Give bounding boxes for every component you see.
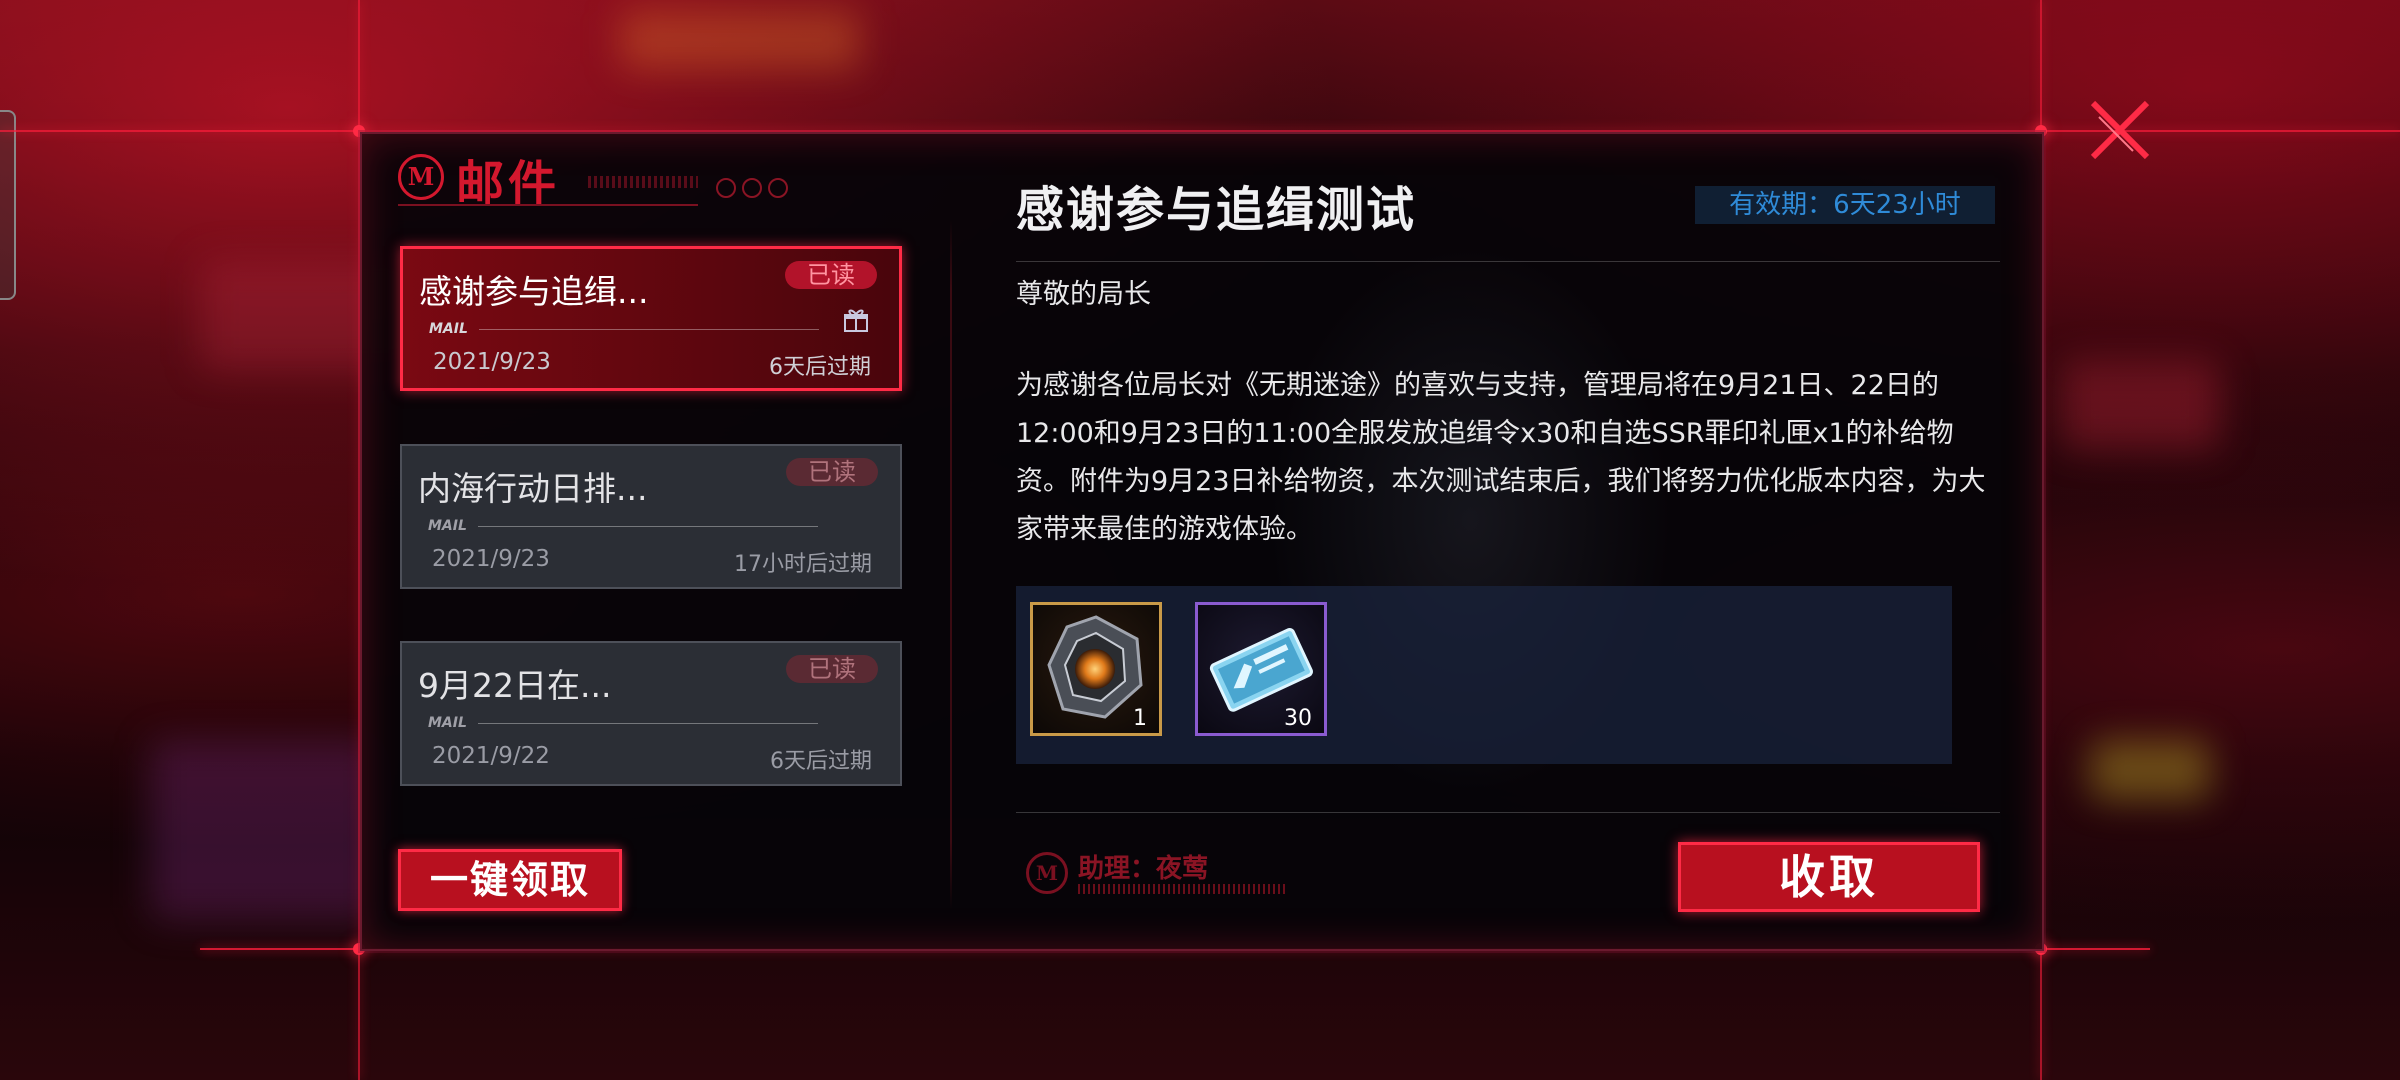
mail-greeting: 尊敬的局长	[1016, 279, 1151, 310]
attachment-item[interactable]: 1	[1030, 602, 1162, 736]
brand-logo-icon: M	[398, 154, 444, 200]
divider	[1016, 812, 2000, 813]
mail-title: 9月22日在...	[418, 666, 612, 705]
mail-detail-title: 感谢参与追缉测试	[1016, 182, 1417, 238]
attachment-item[interactable]: 30	[1195, 602, 1327, 736]
read-badge: 已读	[786, 458, 878, 486]
item-count: 1	[1133, 706, 1147, 731]
panel-divider	[950, 220, 952, 910]
mail-header: M 邮件	[398, 148, 858, 218]
mail-expiry: 6天后过期	[769, 355, 871, 380]
mail-list-item[interactable]: 内海行动日排... 已读 MAIL 2021/9/23 17小时后过期	[400, 444, 902, 589]
divider	[479, 329, 819, 330]
divider	[478, 526, 818, 527]
read-badge: 已读	[786, 655, 878, 683]
brand-logo-icon: M	[1026, 852, 1068, 894]
header-circle-icon	[742, 178, 762, 198]
mail-expiry: 17小时后过期	[734, 552, 872, 577]
mail-title: 内海行动日排...	[418, 469, 648, 508]
mail-list-item[interactable]: 感谢参与追缉... 已读 MAIL 2021/9/23 6天后过期	[400, 246, 902, 391]
mail-body: 为感谢各位局长对《无期迷途》的喜欢与支持，管理局将在9月21日、22日的12:0…	[1016, 370, 1986, 545]
assistant-signature: M 助理：夜莺	[1026, 846, 1288, 902]
mail-date: 2021/9/23	[432, 546, 550, 572]
mail-date: 2021/9/22	[432, 743, 550, 769]
mail-title: 感谢参与追缉...	[419, 272, 649, 311]
mail-tag: MAIL	[429, 321, 468, 337]
validity-badge: 有效期：6天23小时	[1695, 186, 1995, 224]
gift-icon	[844, 309, 868, 332]
collect-button[interactable]: 收取	[1678, 842, 1980, 912]
read-badge: 已读	[785, 261, 877, 289]
close-icon	[2090, 100, 2150, 160]
assistant-decoration	[1078, 884, 1288, 894]
mail-date: 2021/9/23	[433, 349, 551, 375]
mail-tag: MAIL	[428, 715, 467, 731]
mail-list-item[interactable]: 9月22日在... 已读 MAIL 2021/9/22 6天后过期	[400, 641, 902, 786]
mail-expiry: 6天后过期	[770, 749, 872, 774]
header-decoration	[588, 176, 698, 188]
header-circle-icon	[768, 178, 788, 198]
assistant-name: 助理：夜莺	[1078, 854, 1209, 884]
divider	[478, 723, 818, 724]
claim-all-button[interactable]: 一键领取	[398, 849, 622, 911]
side-tab[interactable]	[0, 110, 16, 300]
mail-tag: MAIL	[428, 518, 467, 534]
header-circle-icon	[716, 178, 736, 198]
header-underline	[398, 204, 698, 206]
close-button[interactable]	[2085, 95, 2155, 165]
divider	[1016, 261, 2000, 262]
item-count: 30	[1284, 706, 1312, 731]
